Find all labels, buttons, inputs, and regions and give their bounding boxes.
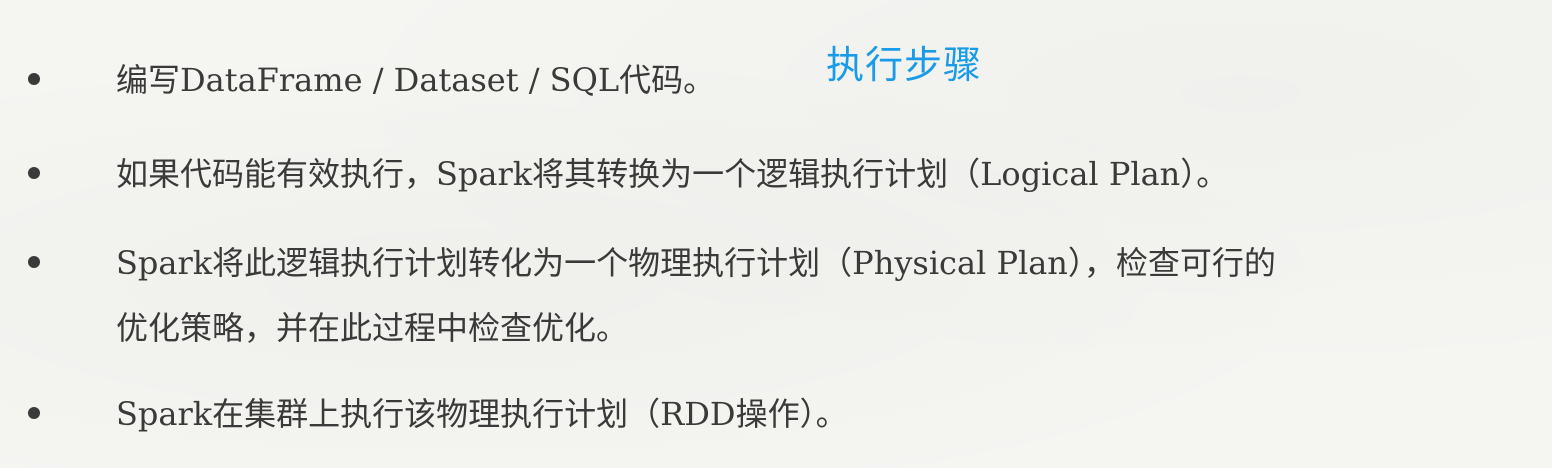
bullet-1-text: 编写DataFrame / Dataset / SQL代码。 [116, 61, 716, 99]
bullet-icon [28, 407, 40, 419]
bullet-3-text-line-1: Spark将此逻辑执行计划转化为一个物理执行计划（Physical Plan），… [116, 244, 1276, 282]
handwritten-annotation: 执行步骤 [826, 43, 983, 87]
bullet-3-text-line-2: 优化策略，并在此过程中检查优化。 [116, 309, 629, 347]
bullet-2-text: 如果代码能有效执行，Spark将其转换为一个逻辑执行计划（Logical Pla… [116, 155, 1229, 193]
document-page: 执行步骤 编写DataFrame / Dataset / SQL代码。 如果代码… [0, 0, 1552, 468]
bullet-icon [28, 167, 40, 179]
bullet-icon [28, 73, 40, 85]
bullet-4-text: Spark在集群上执行该物理执行计划（RDD操作）。 [116, 395, 848, 433]
bullet-icon [28, 256, 40, 268]
